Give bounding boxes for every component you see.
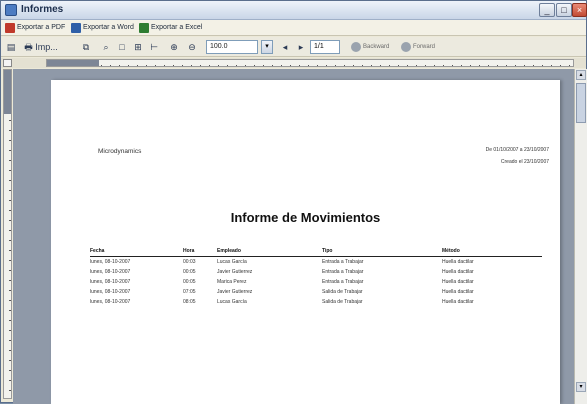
report-viewer-window: Informes _ □ × Exportar a PDF Exportar a… bbox=[0, 0, 587, 404]
table-row: lunes, 08-10-2007 00:03 Lucas García Ent… bbox=[90, 257, 542, 267]
table-row: lunes, 08-10-2007 07:05 Javier Gutierrez… bbox=[90, 287, 542, 297]
app-icon bbox=[5, 4, 17, 16]
vertical-scrollbar[interactable]: ▴ ▾ bbox=[574, 69, 587, 404]
ruler-margin-left bbox=[47, 60, 99, 66]
date-range: De 01/10/2007 a 23/10/2007 bbox=[485, 147, 549, 153]
export-pdf-label: Exportar a PDF bbox=[17, 24, 66, 31]
window-title: Informes bbox=[21, 4, 64, 15]
print-button[interactable]: 🖶 Imp... bbox=[24, 40, 58, 54]
horizontal-ruler bbox=[46, 59, 574, 67]
column-header-empleado: Empleado bbox=[217, 248, 241, 254]
cell-type: Salida de Trabajar bbox=[322, 299, 363, 305]
horizontal-ruler-row bbox=[1, 58, 586, 68]
export-excel-label: Exportar a Excel bbox=[151, 24, 203, 31]
cell-date: lunes, 08-10-2007 bbox=[90, 289, 131, 295]
vertical-ruler bbox=[3, 69, 12, 399]
minimize-button[interactable]: _ bbox=[539, 3, 555, 17]
export-word-label: Exportar a Word bbox=[83, 24, 134, 31]
backward-label: Backward bbox=[363, 44, 390, 50]
copy-icon[interactable]: ⧉ bbox=[79, 40, 93, 54]
title-bar[interactable]: Informes _ □ × bbox=[1, 1, 587, 20]
export-pdf-button[interactable]: Exportar a PDF bbox=[5, 22, 65, 34]
excel-icon bbox=[139, 23, 149, 33]
previous-page-icon[interactable]: ◂ bbox=[278, 40, 292, 54]
cell-type: Salida de Trabajar bbox=[322, 289, 363, 295]
cell-employee: Marica Perez bbox=[217, 279, 247, 285]
maximize-button[interactable]: □ bbox=[556, 3, 572, 17]
zoom-in-icon[interactable]: ⊕ bbox=[167, 40, 181, 54]
table-row: lunes, 08-10-2007 00:05 Marica Perez Ent… bbox=[90, 277, 542, 287]
scroll-up-icon[interactable]: ▴ bbox=[576, 70, 586, 80]
cell-employee: Javier Gutierrez bbox=[217, 289, 253, 295]
forward-icon bbox=[401, 42, 411, 52]
forward-button[interactable]: Forward bbox=[401, 41, 435, 53]
table-header: Fecha Hora Empleado Tipo Método bbox=[90, 248, 542, 257]
scroll-down-icon[interactable]: ▾ bbox=[576, 382, 586, 392]
ruler-corner bbox=[3, 59, 12, 67]
report-title: Informe de Movimientos bbox=[230, 210, 381, 225]
print-label: Imp... bbox=[35, 42, 58, 52]
page-width-icon[interactable]: ⊢ bbox=[147, 40, 161, 54]
cell-time: 00:05 bbox=[183, 279, 196, 285]
word-icon bbox=[71, 23, 81, 33]
close-button[interactable]: × bbox=[572, 3, 587, 17]
multi-page-icon[interactable]: ⊞ bbox=[131, 40, 145, 54]
cell-date: lunes, 08-10-2007 bbox=[90, 279, 131, 285]
cell-date: lunes, 08-10-2007 bbox=[90, 269, 131, 275]
cell-type: Entrada a Trabajar bbox=[322, 259, 364, 265]
cell-type: Entrada a Trabajar bbox=[322, 269, 364, 275]
column-header-fecha: Fecha bbox=[90, 248, 105, 254]
cell-employee: Javier Gutierrez bbox=[217, 269, 253, 275]
zoom-input[interactable]: 100.0 bbox=[206, 40, 258, 54]
backward-icon bbox=[351, 42, 361, 52]
forward-label: Forward bbox=[413, 44, 436, 50]
cell-method: Huella dactilar bbox=[442, 299, 474, 305]
zoom-out-icon[interactable]: ⊖ bbox=[185, 40, 199, 54]
column-header-hora: Hora bbox=[183, 248, 195, 254]
table-row: lunes, 08-10-2007 00:05 Javier Gutierrez… bbox=[90, 267, 542, 277]
cell-time: 00:03 bbox=[183, 259, 196, 265]
column-header-tipo: Tipo bbox=[322, 248, 333, 254]
scroll-thumb[interactable] bbox=[576, 83, 586, 123]
export-word-button[interactable]: Exportar a Word bbox=[71, 22, 134, 34]
export-bar: Exportar a PDF Exportar a Word Exportar … bbox=[1, 20, 586, 36]
cell-time: 00:05 bbox=[183, 269, 196, 275]
cell-method: Huella dactilar bbox=[442, 279, 474, 285]
viewer-toolbar: ▤ 🖶 Imp... ⧉ ⌕ □ ⊞ ⊢ ⊕ ⊖ 100.0 ▾ ◂ ▸ 1/1… bbox=[1, 37, 586, 57]
column-header-metodo: Método bbox=[442, 248, 460, 254]
ruler-margin-top bbox=[4, 70, 11, 114]
printer-icon: 🖶 bbox=[24, 42, 33, 52]
movements-table: Fecha Hora Empleado Tipo Método lunes, 0… bbox=[90, 248, 542, 307]
find-icon[interactable]: ⌕ bbox=[99, 40, 113, 54]
created-date: Creado el 23/10/2007 bbox=[500, 159, 549, 165]
cell-date: lunes, 08-10-2007 bbox=[90, 259, 131, 265]
cell-time: 08:05 bbox=[183, 299, 196, 305]
company-name: Microdynamics bbox=[98, 148, 142, 155]
page-number-input[interactable]: 1/1 bbox=[310, 40, 340, 54]
backward-button[interactable]: Backward bbox=[351, 41, 389, 53]
page-setup-icon[interactable]: ▤ bbox=[4, 40, 18, 54]
cell-type: Entrada a Trabajar bbox=[322, 279, 364, 285]
cell-date: lunes, 08-10-2007 bbox=[90, 299, 131, 305]
cell-method: Huella dactilar bbox=[442, 289, 474, 295]
cell-employee: Lucas García bbox=[217, 259, 247, 265]
zoom-dropdown-button[interactable]: ▾ bbox=[261, 40, 273, 54]
table-row: lunes, 08-10-2007 08:05 Lucas García Sal… bbox=[90, 297, 542, 307]
cell-method: Huella dactilar bbox=[442, 269, 474, 275]
cell-time: 07:05 bbox=[183, 289, 196, 295]
next-page-icon[interactable]: ▸ bbox=[294, 40, 308, 54]
cell-employee: Lucas García bbox=[217, 299, 247, 305]
pdf-icon bbox=[5, 23, 15, 33]
report-page: Microdynamics De 01/10/2007 a 23/10/2007… bbox=[51, 80, 560, 404]
single-page-icon[interactable]: □ bbox=[115, 40, 129, 54]
export-excel-button[interactable]: Exportar a Excel bbox=[139, 22, 202, 34]
cell-method: Huella dactilar bbox=[442, 259, 474, 265]
